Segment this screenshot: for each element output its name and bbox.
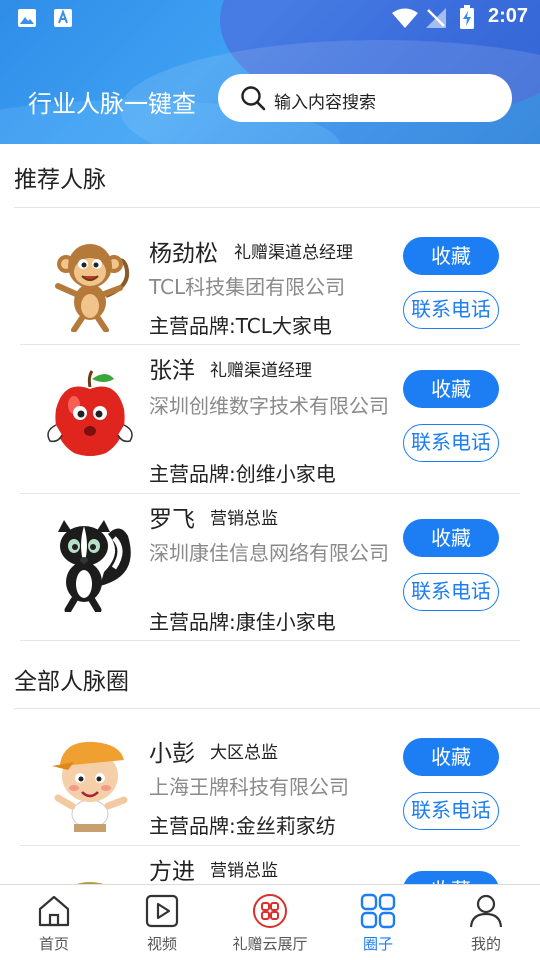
status-time: 2:07 [487,5,528,27]
person-role: 营销总监 [210,861,278,881]
favorite-button[interactable]: 收藏 [403,237,499,275]
nav-label: 首页 [38,935,69,953]
person-brand: 主营品牌:康佳小家电 [149,610,336,634]
person-name: 杨劲松 [149,241,218,267]
gallery-icon [253,894,287,928]
nav-label: 视频 [146,935,177,953]
person-brand: 主营品牌:创维小家电 [149,462,336,486]
circle-grid-icon [360,893,396,929]
favorite-button[interactable]: 收藏 [403,871,499,884]
apple-avatar [47,370,133,456]
bottom-navigation: 首页 视频 礼赠云展厅 圈子 我的 [0,884,540,960]
person-role: 营销总监 [210,509,278,529]
person-name: 罗飞 [149,507,195,533]
person-card[interactable]: 罗飞 营销总监 深圳康佳信息网络有限公司 主营品牌:康佳小家电 收藏 联系电话 [0,494,540,640]
contact-phone-button[interactable]: 联系电话 [403,573,499,611]
person-company: 深圳康佳信息网络有限公司 [149,541,389,565]
person-role: 大区总监 [210,743,278,763]
search-placeholder: 输入内容搜索 [274,93,376,113]
person-name: 小彭 [149,741,195,767]
favorite-button[interactable]: 收藏 [403,519,499,557]
nav-item-video[interactable]: 视频 [108,885,216,960]
person-company: TCL科技集团有限公司 [149,275,346,299]
video-icon [145,894,179,928]
divider [20,640,520,641]
skunk-avatar [58,520,131,612]
wifi-icon [392,8,418,28]
text-notification-icon [54,9,72,27]
favorite-button[interactable]: 收藏 [403,738,499,776]
contact-phone-button[interactable]: 联系电话 [403,424,499,462]
person-name: 张洋 [149,358,195,384]
person-company: 深圳创维数字技术有限公司 [149,394,389,418]
nav-item-home[interactable]: 首页 [0,885,108,960]
home-icon [38,895,70,927]
person-card[interactable]: 杨劲松 礼赠渠道总经理 TCL科技集团有限公司 主营品牌:TCL大家电 收藏 联… [0,226,540,344]
person-name: 方进 [149,859,195,884]
page-title: 行业人脉一键查 [28,90,196,118]
person-role: 礼赠渠道经理 [210,361,312,381]
person-card[interactable]: 小彭 大区总监 上海王牌科技有限公司 主营品牌:金丝莉家纺 收藏 联系电话 [0,726,540,844]
status-bar: 2:07 [0,0,540,36]
search-icon [241,86,266,111]
section-title-recommended: 推荐人脉 [14,167,106,193]
gallery-notification-icon [18,9,36,27]
partial-avatar [76,882,104,884]
nav-label: 礼赠云展厅 [232,935,308,953]
person-role: 礼赠渠道总经理 [234,243,353,263]
contact-phone-button[interactable]: 联系电话 [403,792,499,830]
divider [14,207,540,208]
header: 2:07 行业人脉一键查 输入内容搜索 [0,0,540,144]
battery-charging-icon [460,5,474,29]
user-icon [469,894,503,928]
contact-phone-button[interactable]: 联系电话 [403,291,499,329]
boy-avatar [52,741,128,832]
nav-item-gallery[interactable]: 礼赠云展厅 [216,885,324,960]
person-card[interactable]: 张洋 礼赠渠道经理 深圳创维数字技术有限公司 主营品牌:创维小家电 收藏 联系电… [0,345,540,493]
nav-label: 我的 [470,935,501,953]
person-card[interactable]: 方进 营销总监 收藏 [0,846,540,884]
nav-item-circle[interactable]: 圈子 [324,885,432,960]
favorite-button[interactable]: 收藏 [403,370,499,408]
person-brand: 主营品牌:TCL大家电 [149,314,332,338]
no-signal-icon [426,8,446,28]
section-title-all-circle: 全部人脉圈 [14,669,129,695]
nav-item-mine[interactable]: 我的 [432,885,540,960]
monkey-avatar [55,244,129,332]
person-brand: 主营品牌:金丝莉家纺 [149,814,336,838]
divider [14,708,540,709]
search-input[interactable]: 输入内容搜索 [218,74,512,122]
person-company: 上海王牌科技有限公司 [149,775,349,799]
nav-label: 圈子 [362,935,393,953]
